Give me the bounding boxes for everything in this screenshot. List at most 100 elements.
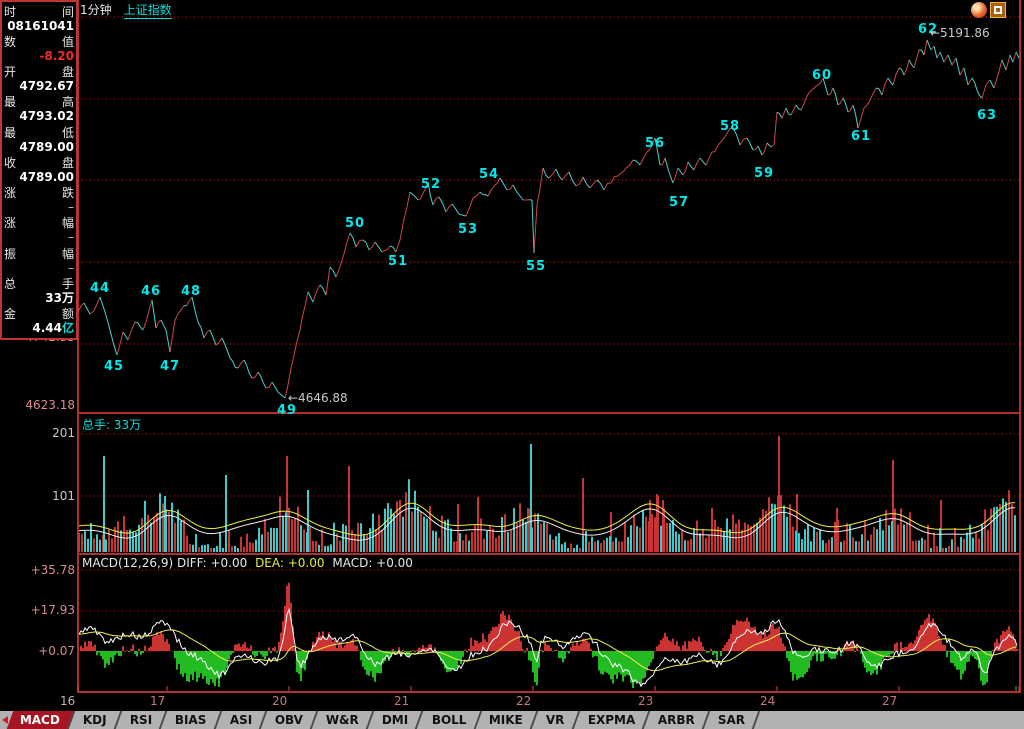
tab-obv[interactable]: OBV <box>262 711 319 729</box>
date-label-20: 20 <box>272 694 287 708</box>
quote-value: – <box>4 200 74 214</box>
quote-label-right: 幅 <box>62 248 74 261</box>
quote-label-right: 幅 <box>62 217 74 230</box>
quote-label-right: 高 <box>62 96 74 109</box>
quote-label-right: 跌 <box>62 187 74 200</box>
wave-label-54: 54 <box>479 167 499 182</box>
quote-label-left: 涨 <box>4 217 16 230</box>
quote-label-left: 最 <box>4 127 16 140</box>
wave-label-47: 47 <box>160 359 180 374</box>
date-label-16: 16 <box>60 694 75 708</box>
quote-info-panel: 时间 08161041数值 -8.20开盘 4792.67最高 4793.02最… <box>0 0 78 340</box>
flower-icon[interactable] <box>971 2 987 18</box>
tab-mike[interactable]: MIKE <box>476 711 538 729</box>
volume-axis-label: 201 <box>0 426 75 440</box>
stock-app-window: 时间 08161041数值 -8.20开盘 4792.67最高 4793.02最… <box>0 0 1024 729</box>
quote-label-right: 盘 <box>62 66 74 79</box>
tab-expma[interactable]: EXPMA <box>574 711 650 729</box>
price-axis-label: 4623.18 <box>0 398 75 412</box>
volume-bars-cyan <box>85 444 1015 552</box>
high-price-annotation: ←5191.86 <box>930 26 990 40</box>
quote-row-3: 最高 4793.02 <box>4 95 74 125</box>
macd-axis-label: +17.93 <box>0 603 75 617</box>
quote-value: 4.44亿 <box>4 321 74 335</box>
tab-wr[interactable]: W&R <box>313 711 375 729</box>
wave-label-63: 63 <box>977 108 997 123</box>
wave-label-45: 45 <box>104 359 124 374</box>
quote-row-6: 涨 跌 – <box>4 186 74 216</box>
wave-label-48: 48 <box>181 284 201 299</box>
wave-label-56: 56 <box>645 136 665 151</box>
quote-label-right: 间 <box>62 6 74 19</box>
quote-value: 4792.67 <box>4 79 74 93</box>
symbol-link[interactable]: 上证指数 <box>124 3 172 19</box>
quote-value: – <box>4 261 74 275</box>
quote-row-7: 涨 幅 – <box>4 216 74 246</box>
wave-label-51: 51 <box>388 254 408 269</box>
charts-canvas[interactable] <box>0 0 1024 729</box>
quote-label-right: 额 <box>62 308 74 321</box>
tab-sar[interactable]: SAR <box>705 711 761 729</box>
quote-row-2: 开 盘 4792.67 <box>4 65 74 95</box>
low-price-annotation: ←4646.88 <box>288 391 348 405</box>
tab-asi[interactable]: ASI <box>216 711 267 729</box>
quote-label-left: 金 <box>4 308 16 321</box>
wave-label-61: 61 <box>851 129 871 144</box>
date-label-17: 17 <box>150 694 165 708</box>
indicator-tab-bar: MACDKDJRSIBIASASIOBVW&RDMIBOLLMIKEVREXPM… <box>0 711 1024 729</box>
wave-label-55: 55 <box>526 259 546 274</box>
tab-vr[interactable]: VR <box>533 711 580 729</box>
wave-label-60: 60 <box>812 68 832 83</box>
quote-row-5: 收 盘 4789.00 <box>4 155 74 185</box>
quote-value: 08161041 <box>4 19 74 33</box>
quote-label-left: 时 <box>4 6 16 19</box>
quote-value: 4793.02 <box>4 109 74 123</box>
tab-boll[interactable]: BOLL <box>418 711 481 729</box>
quote-row-4: 最低 4789.00 <box>4 125 74 155</box>
wave-label-46: 46 <box>141 284 161 299</box>
period-label: 1分钟 <box>80 3 112 17</box>
quote-value: 33万 <box>4 291 74 305</box>
wave-label-52: 52 <box>421 177 441 192</box>
quote-value: 4789.00 <box>4 170 74 184</box>
chart-header: 1分钟上证指数 <box>80 1 172 18</box>
quote-value: – <box>4 230 74 244</box>
macd-dea-text: DEA: +0.00 <box>255 556 324 570</box>
macd-axis-label: +0.07 <box>0 644 75 658</box>
quote-label-left: 开 <box>4 66 16 79</box>
restore-window-icon[interactable] <box>990 2 1006 18</box>
quote-row-10: 金 额 4.44亿 <box>4 307 74 337</box>
wave-label-50: 50 <box>345 216 365 231</box>
wave-label-58: 58 <box>720 119 740 134</box>
quote-row-0: 时 间 08161041 <box>4 4 74 34</box>
wave-label-53: 53 <box>458 222 478 237</box>
tab-macd[interactable]: MACD <box>7 711 76 729</box>
quote-label-left: 数 <box>4 36 16 49</box>
macd-diff-text: MACD(12,26,9) DIFF: +0.00 <box>82 556 247 570</box>
tab-kdj[interactable]: KDJ <box>70 711 122 729</box>
tab-bias[interactable]: BIAS <box>162 711 222 729</box>
volume-label: 总手: 33万 <box>82 416 141 433</box>
quote-value: 4789.00 <box>4 140 74 154</box>
volume-axis-label: 101 <box>0 489 75 503</box>
tab-dmi[interactable]: DMI <box>369 711 424 729</box>
unit-suffix: 亿 <box>62 321 74 335</box>
wave-label-49: 49 <box>277 403 297 418</box>
macd-histogram-negative <box>97 651 991 688</box>
volume-bars-red <box>79 436 1012 552</box>
date-label-23: 23 <box>638 694 653 708</box>
quote-label-left: 总 <box>4 278 16 291</box>
quote-label-left: 涨 <box>4 187 16 200</box>
tab-arbr[interactable]: ARBR <box>645 711 710 729</box>
macd-axis-label: +35.78 <box>0 563 75 577</box>
macd-macd-text: MACD: +0.00 <box>332 556 413 570</box>
window-icons <box>971 2 1006 18</box>
wave-label-57: 57 <box>669 195 689 210</box>
quote-label-left: 收 <box>4 157 16 170</box>
date-label-24: 24 <box>760 694 775 708</box>
quote-label-right: 手 <box>62 278 74 291</box>
quote-label-right: 值 <box>62 36 74 49</box>
quote-label-right: 盘 <box>62 157 74 170</box>
tab-rsi[interactable]: RSI <box>116 711 167 729</box>
quote-row-1: 数值 -8.20 <box>4 34 74 64</box>
